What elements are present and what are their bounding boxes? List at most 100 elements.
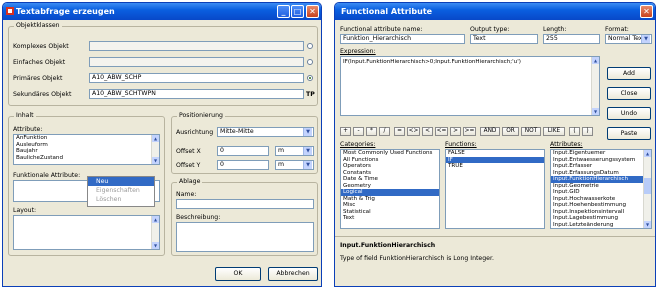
- ausrichtung-select[interactable]: Mitte-Mitte ▼: [217, 127, 314, 137]
- operator-minus-button[interactable]: -: [353, 127, 364, 136]
- list-item[interactable]: Input.Letzteänderung: [551, 222, 651, 229]
- textabfrage-window: Textabfrage erzeugen _ □ ✕ Objektklassen…: [2, 2, 322, 287]
- beschreibung-field[interactable]: [176, 222, 314, 252]
- left-titlebar[interactable]: Textabfrage erzeugen _ □ ✕: [3, 3, 321, 20]
- output-type-label: Output type:: [470, 26, 510, 33]
- offset-x-label: Offset X: [176, 148, 201, 155]
- context-menu: Neu Eigenschaften Löschen: [87, 176, 155, 207]
- chevron-down-icon[interactable]: ▼: [303, 128, 312, 136]
- attribute-list[interactable]: AnFunktion Ausleuform Baujahr BaulicheZu…: [13, 134, 160, 165]
- primaeres-objekt-radio[interactable]: [307, 75, 313, 81]
- output-type-field[interactable]: Text: [470, 34, 538, 44]
- length-field[interactable]: 255: [543, 34, 600, 44]
- format-value: Normal Text: [608, 35, 645, 42]
- komplexes-objekt-field[interactable]: [89, 41, 304, 51]
- ausrichtung-value: Mitte-Mitte: [220, 128, 254, 135]
- offset-x-unit-select[interactable]: m ▼: [275, 146, 314, 156]
- einfaches-objekt-field[interactable]: [89, 57, 304, 67]
- chevron-down-icon[interactable]: ▼: [641, 35, 650, 43]
- list-item[interactable]: TRUE: [446, 163, 544, 170]
- sekundaeres-objekt-tp: TP: [306, 91, 315, 98]
- offset-y-unit-value: m: [278, 161, 285, 168]
- operator-bar: + - * / = <> < <= > >= AND OR NOT LIKE (…: [340, 127, 600, 136]
- attributes-list[interactable]: Input.Eigentuemer Input.Entwaesserungssy…: [550, 149, 652, 229]
- operator-plus-button[interactable]: +: [340, 127, 351, 136]
- operator-less-button[interactable]: <: [422, 127, 433, 136]
- list-item[interactable]: Text: [341, 215, 439, 222]
- expression-scrollbar[interactable]: ▲ ▼: [591, 57, 599, 115]
- offset-y-field[interactable]: 0: [217, 160, 269, 170]
- chevron-down-icon[interactable]: ▼: [303, 147, 312, 155]
- app-icon: [6, 7, 14, 15]
- length-label: Length:: [543, 26, 567, 33]
- chevron-down-icon[interactable]: ▼: [303, 161, 312, 169]
- menu-item-eigenschaften[interactable]: Eigenschaften: [88, 186, 154, 195]
- operator-and-button[interactable]: AND: [480, 127, 500, 136]
- operator-greater-button[interactable]: >: [450, 127, 461, 136]
- komplexes-objekt-radio[interactable]: [307, 43, 313, 49]
- operator-not-button[interactable]: NOT: [521, 127, 541, 136]
- menu-item-neu[interactable]: Neu: [88, 177, 154, 186]
- paste-button[interactable]: Paste: [607, 127, 651, 140]
- offset-y-unit-select[interactable]: m ▼: [275, 160, 314, 170]
- attributes-scrollbar[interactable]: ▲ ▼: [643, 150, 651, 228]
- right-titlebar[interactable]: Functional Attribute ✕: [335, 3, 655, 20]
- menu-item-loeschen[interactable]: Löschen: [88, 195, 154, 204]
- expression-label: Expression:: [340, 48, 376, 55]
- layout-list[interactable]: ▲ ▼: [13, 215, 160, 250]
- offset-y-label: Offset Y: [176, 162, 201, 169]
- funktionale-attribute-label: Funktionale Attribute:: [13, 172, 81, 179]
- operator-close-paren-button[interactable]: ): [582, 127, 593, 136]
- offset-x-unit-value: m: [278, 147, 285, 154]
- categories-list[interactable]: Most Commonly Used Functions All Functio…: [340, 149, 440, 229]
- operator-not-equal-button[interactable]: <>: [407, 127, 420, 136]
- format-select[interactable]: Normal Text ▼: [605, 34, 652, 44]
- info-text: Type of field FunktionHierarchisch is Lo…: [340, 255, 494, 262]
- list-item[interactable]: BaulicheZustand: [14, 155, 159, 162]
- offset-x-field[interactable]: 0: [217, 146, 269, 156]
- operator-greater-equal-button[interactable]: >=: [463, 127, 476, 136]
- komplexes-objekt-label: Komplexes Objekt: [13, 43, 69, 50]
- list-item[interactable]: Most Commonly Used Functions: [341, 150, 439, 157]
- operator-open-paren-button[interactable]: (: [569, 127, 580, 136]
- name-label: Name:: [176, 191, 197, 198]
- operator-less-equal-button[interactable]: <=: [435, 127, 448, 136]
- objektklassen-label: Objektklassen: [14, 22, 62, 29]
- add-button[interactable]: Add: [607, 67, 651, 80]
- undo-button[interactable]: Undo: [607, 107, 651, 120]
- info-panel: Input.FunktionHierarchisch Type of field…: [335, 236, 655, 286]
- close-button[interactable]: ✕: [306, 5, 319, 18]
- operator-or-button[interactable]: OR: [502, 127, 519, 136]
- close-dialog-button[interactable]: Close: [607, 87, 651, 100]
- name-field[interactable]: [176, 199, 314, 209]
- maximize-button[interactable]: □: [291, 5, 304, 18]
- ausrichtung-label: Ausrichtung: [176, 129, 214, 136]
- beschreibung-label: Beschreibung:: [176, 214, 221, 221]
- operator-divide-button[interactable]: /: [379, 127, 390, 136]
- ok-button[interactable]: OK: [215, 267, 261, 281]
- abbrechen-button[interactable]: Abbrechen: [268, 267, 318, 281]
- expression-text: IF(Input.FunktionHierarchisch>0;Input.Fu…: [343, 59, 521, 65]
- categories-label: Categories:: [340, 141, 376, 148]
- functions-list[interactable]: FALSE IF TRUE: [445, 149, 545, 229]
- operator-multiply-button[interactable]: *: [366, 127, 377, 136]
- expression-editor[interactable]: IF(Input.FunktionHierarchisch>0;Input.Fu…: [340, 56, 600, 116]
- attribute-scrollbar[interactable]: ▲ ▼: [151, 135, 159, 164]
- functions-label: Functions:: [445, 141, 477, 148]
- objektklassen-group: Objektklassen Komplexes Objekt Einfaches…: [8, 22, 318, 106]
- primaeres-objekt-field[interactable]: A10_ABW_SCHP: [89, 73, 304, 83]
- operator-like-button[interactable]: LIKE: [543, 127, 565, 136]
- layout-label: Layout:: [13, 207, 37, 214]
- primaeres-objekt-label: Primäres Objekt: [13, 75, 63, 82]
- einfaches-objekt-radio[interactable]: [307, 59, 313, 65]
- sekundaeres-objekt-field[interactable]: A10_ABW_SCHTWPN: [89, 89, 304, 99]
- operator-equals-button[interactable]: =: [394, 127, 405, 136]
- sekundaeres-objekt-label: Sekundäres Objekt: [13, 91, 72, 98]
- attr-name-field[interactable]: Funktion_Hierarchisch: [340, 34, 465, 44]
- close-button[interactable]: ✕: [640, 5, 653, 18]
- positionierung-label: Positionierung: [177, 112, 225, 119]
- ablage-label: Ablage: [177, 178, 203, 185]
- layout-scrollbar[interactable]: ▲ ▼: [151, 216, 159, 249]
- format-label: Format:: [605, 26, 629, 33]
- minimize-button[interactable]: _: [277, 5, 290, 18]
